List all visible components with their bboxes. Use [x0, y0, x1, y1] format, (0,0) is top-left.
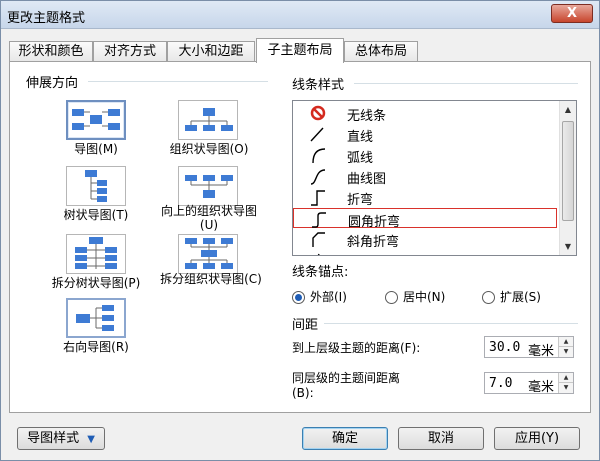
layout-option-label: 组织状导图(O)	[169, 142, 249, 156]
anchor-section-title: 线条锚点:	[292, 265, 349, 280]
dropdown-arrow-icon: ▼	[87, 434, 95, 445]
line-style-item-rounded-elbow[interactable]: 圆角折弯	[293, 208, 557, 230]
anchor-expand-label[interactable]: 扩展(S)	[500, 290, 541, 305]
arc-line-icon	[312, 148, 326, 164]
parent-distance-input[interactable]: 30.0 毫米 ▲ ▼	[484, 336, 574, 359]
line-style-label: 角度	[347, 252, 373, 255]
title-bar: 更改主题格式 X	[1, 1, 599, 29]
scroll-up-icon[interactable]: ▲	[560, 101, 576, 118]
scroll-thumb[interactable]	[562, 121, 574, 221]
no-line-icon	[310, 105, 326, 121]
tab-shape-color[interactable]: 形状和颜色	[9, 41, 93, 62]
sibling-distance-input[interactable]: 7.0 毫米 ▲ ▼	[484, 372, 574, 395]
ok-button[interactable]: 确定	[302, 427, 388, 450]
bevel-elbow-line-icon	[312, 232, 325, 247]
elbow-line-icon	[311, 190, 325, 206]
scroll-down-icon[interactable]: ▼	[560, 238, 576, 255]
anchor-center-radio[interactable]	[385, 291, 398, 304]
spacing-section-title: 间距	[292, 318, 319, 333]
parent-distance-value[interactable]: 30.0	[489, 340, 520, 355]
divider	[88, 81, 268, 82]
tab-alignment[interactable]: 对齐方式	[93, 41, 167, 62]
line-style-label: 无线条	[347, 109, 387, 124]
line-style-item-elbow[interactable]: 折弯	[293, 187, 557, 208]
split-org-chart-layout-icon	[185, 238, 233, 269]
org-chart-layout-icon	[185, 108, 233, 131]
split-tree-layout-icon	[75, 237, 117, 269]
spin-up-icon[interactable]: ▲	[559, 337, 573, 347]
tree-layout-icon	[85, 170, 107, 202]
anchor-outside-radio[interactable]	[292, 291, 305, 304]
line-style-label: 弧线	[347, 151, 374, 166]
tab-panel: 伸展方向 导图(M) 组织状导图(O) 树状导图(T) 向上的组织状导图(U) …	[9, 61, 591, 413]
apply-button[interactable]: 应用(Y)	[494, 427, 580, 450]
layout-option-map[interactable]	[66, 100, 126, 140]
line-style-item-curve[interactable]: 曲线图	[293, 166, 557, 187]
divider	[354, 83, 578, 84]
line-style-item-arc[interactable]: 弧线	[293, 145, 557, 166]
cancel-button[interactable]: 取消	[398, 427, 484, 450]
layout-option-org-chart[interactable]	[178, 100, 238, 140]
curve-line-icon	[310, 169, 326, 185]
direction-section-title: 伸展方向	[26, 76, 79, 91]
line-style-item-bevel-elbow[interactable]: 斜角折弯	[293, 229, 557, 250]
line-style-list[interactable]: 无线条 直线 弧线 曲线图 折弯 圆角折弯 斜角折弯 ▲ ▼	[292, 100, 577, 256]
layout-option-split-tree[interactable]	[66, 234, 126, 274]
unit-label: 毫米	[528, 380, 555, 395]
line-style-label: 曲线图	[347, 172, 387, 187]
angle-line-icon	[317, 253, 320, 255]
upward-org-chart-layout-icon	[185, 175, 233, 198]
close-button[interactable]: X	[551, 4, 593, 23]
layout-option-upward-org-chart[interactable]	[178, 166, 238, 206]
line-style-item-straight[interactable]: 直线	[293, 124, 557, 145]
spin-up-icon[interactable]: ▲	[559, 373, 573, 383]
layout-option-label: 树状导图(T)	[63, 208, 129, 222]
line-style-scrollbar[interactable]: ▲ ▼	[559, 101, 576, 255]
map-style-button[interactable]: 导图样式 ▼	[17, 427, 105, 450]
line-style-section-title: 线条样式	[292, 78, 345, 93]
layout-option-label: 拆分组织状导图(C)	[160, 272, 262, 286]
tab-size-margin[interactable]: 大小和边距	[167, 41, 255, 62]
format-topic-dialog: 更改主题格式 X 形状和颜色 对齐方式 大小和边距 子主题布局 总体布局 伸展方…	[0, 0, 600, 461]
layout-option-label: 拆分树状导图(P)	[51, 276, 141, 290]
sibling-distance-value[interactable]: 7.0	[489, 376, 512, 391]
sibling-distance-label-suffix: (B):	[292, 386, 314, 400]
layout-option-tree[interactable]	[66, 166, 126, 206]
layout-option-label: 向上的组织状导图(U)	[160, 204, 257, 232]
line-style-label: 斜角折弯	[347, 235, 400, 250]
line-style-item-none[interactable]: 无线条	[293, 103, 557, 124]
divider	[324, 323, 578, 324]
line-style-label: 圆角折弯	[348, 215, 401, 230]
map-style-label: 导图样式	[27, 431, 80, 446]
parent-distance-spinner[interactable]: ▲ ▼	[558, 337, 573, 357]
unit-label: 毫米	[528, 344, 555, 359]
layout-option-label: 右向导图(R)	[63, 340, 129, 354]
spin-down-icon[interactable]: ▼	[559, 347, 573, 357]
tab-overall-layout[interactable]: 总体布局	[344, 41, 418, 62]
parent-distance-label: 到上层级主题的距离(F):	[292, 341, 421, 355]
layout-option-split-org-chart[interactable]	[178, 234, 238, 274]
dialog-title: 更改主题格式	[7, 11, 86, 26]
line-style-label: 直线	[347, 130, 374, 145]
map-layout-icon	[72, 109, 120, 130]
sibling-distance-spinner[interactable]: ▲ ▼	[558, 373, 573, 393]
right-map-layout-icon	[76, 305, 114, 331]
anchor-center-label[interactable]: 居中(N)	[403, 290, 445, 305]
sibling-distance-label: 同层级的主题间距离	[292, 371, 401, 385]
anchor-outside-label[interactable]: 外部(I)	[310, 290, 347, 305]
straight-line-icon	[310, 127, 324, 142]
spin-down-icon[interactable]: ▼	[559, 383, 573, 393]
line-style-item-angle[interactable]: 角度	[293, 250, 557, 255]
layout-option-right-map[interactable]	[66, 298, 126, 338]
tab-subtopic-layout[interactable]: 子主题布局	[256, 38, 344, 63]
anchor-expand-radio[interactable]	[482, 291, 495, 304]
rounded-elbow-line-icon	[312, 212, 326, 228]
line-style-label: 折弯	[347, 193, 374, 208]
layout-option-label: 导图(M)	[74, 142, 118, 156]
